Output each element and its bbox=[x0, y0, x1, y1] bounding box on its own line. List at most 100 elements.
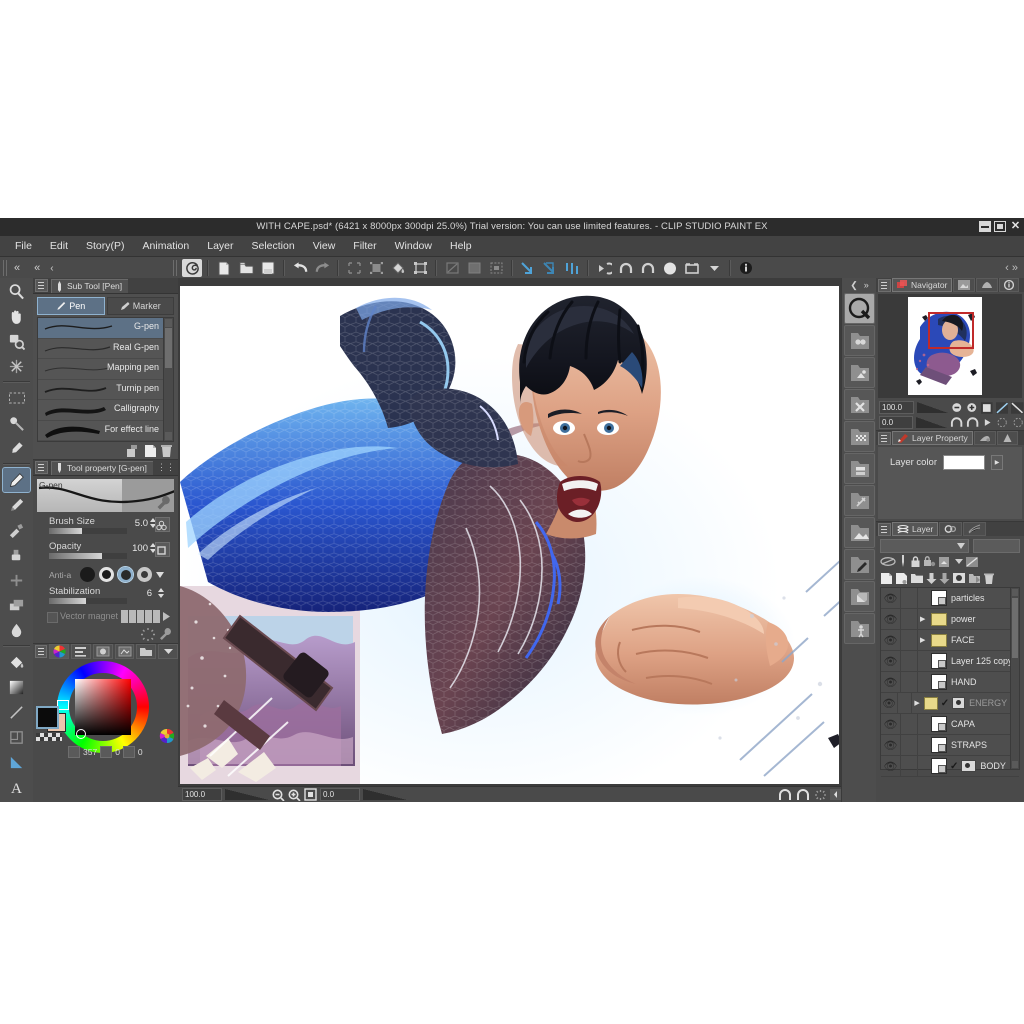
minimize-button[interactable] bbox=[979, 221, 991, 232]
clear-icon[interactable] bbox=[344, 259, 364, 277]
navigator-tab[interactable]: Navigator bbox=[892, 278, 952, 292]
canvas-rotation-slider[interactable] bbox=[363, 789, 407, 800]
rotate-reset-left-icon[interactable] bbox=[996, 417, 1008, 428]
blend-mode-select[interactable] bbox=[880, 539, 969, 553]
ruler-visible-icon[interactable] bbox=[898, 555, 908, 568]
rotate-cw-icon[interactable] bbox=[966, 417, 979, 428]
stabilization-stepper[interactable] bbox=[158, 588, 164, 598]
expand-arrow-icon[interactable]: ▶ bbox=[920, 636, 929, 644]
dropdown-arrow-icon[interactable] bbox=[704, 259, 724, 277]
canvas-zoom-slider[interactable] bbox=[225, 789, 269, 800]
toolbar-grip[interactable] bbox=[172, 260, 179, 276]
opacity-settings-button[interactable] bbox=[155, 542, 170, 557]
layer-property-tab[interactable]: Layer Property bbox=[892, 431, 973, 445]
vector-magnet-more-icon[interactable] bbox=[163, 612, 170, 621]
item-bank-tab[interactable] bbox=[976, 278, 998, 292]
color-wheel[interactable]: 357 0 0 bbox=[33, 659, 178, 759]
brush-item-real-gpen[interactable]: Real G-pen bbox=[38, 339, 173, 360]
rotate-left-icon[interactable] bbox=[778, 789, 793, 801]
zoom-out-icon[interactable] bbox=[272, 789, 285, 801]
material-person-icon[interactable] bbox=[844, 325, 875, 356]
mask-enable-icon[interactable] bbox=[938, 556, 953, 568]
stabilization-slider[interactable] bbox=[49, 598, 127, 604]
combine-down-icon[interactable] bbox=[939, 572, 950, 585]
color-wheel-icon[interactable] bbox=[159, 728, 175, 744]
rotate-ccw-icon[interactable] bbox=[950, 417, 963, 428]
blur-tool[interactable] bbox=[3, 618, 30, 642]
material-effect-icon[interactable] bbox=[844, 485, 875, 516]
transparent-swatch[interactable] bbox=[36, 733, 62, 741]
create-mask-icon[interactable] bbox=[952, 572, 966, 584]
close-button[interactable]: ✕ bbox=[1009, 221, 1022, 232]
approximate-color-tab[interactable] bbox=[136, 644, 156, 659]
expand-arrow-icon[interactable]: ▶ bbox=[914, 699, 922, 707]
clip-studio-logo-icon[interactable] bbox=[182, 259, 202, 277]
material-layout-icon[interactable] bbox=[844, 453, 875, 484]
palette-menu-icon[interactable] bbox=[878, 279, 891, 292]
color-wheel-tab[interactable] bbox=[49, 644, 69, 659]
scrollbar-thumb[interactable] bbox=[1012, 598, 1018, 658]
collapse-left-chevron-icon[interactable]: « bbox=[14, 262, 20, 274]
deselect-icon[interactable] bbox=[464, 259, 484, 277]
layer-row-capa[interactable]: 👁 CAPA bbox=[881, 714, 1019, 735]
pen-tool[interactable] bbox=[3, 468, 30, 492]
reset-icon[interactable] bbox=[814, 789, 827, 801]
collapse-left-chevron2-icon[interactable]: « bbox=[34, 262, 40, 274]
open-file-icon[interactable] bbox=[236, 259, 256, 277]
subtool-tab-marker[interactable]: Marker bbox=[107, 297, 175, 315]
folder-group-icon[interactable] bbox=[968, 572, 981, 584]
brush-size-value[interactable]: 5.0 bbox=[135, 518, 148, 529]
scroll-up-arrow-icon[interactable] bbox=[1012, 589, 1018, 596]
visibility-toggle-icon[interactable]: 👁 bbox=[881, 613, 900, 626]
layer-row-particles[interactable]: 👁 particles bbox=[881, 588, 1019, 609]
undo-icon[interactable] bbox=[290, 259, 310, 277]
brush-item-for-effect-line[interactable]: For effect line bbox=[38, 421, 173, 442]
material-bg-icon[interactable] bbox=[844, 517, 875, 548]
canvas-area[interactable]: 100.0 0.0 bbox=[178, 278, 841, 802]
scroll-down-arrow-icon[interactable] bbox=[1012, 761, 1018, 768]
fit-icon[interactable] bbox=[304, 788, 317, 801]
palette-menu-icon[interactable] bbox=[35, 645, 47, 658]
visibility-toggle-icon[interactable]: 👁 bbox=[881, 634, 900, 647]
maximize-button[interactable] bbox=[994, 221, 1006, 232]
rail-next-icon[interactable]: » bbox=[864, 280, 869, 290]
subtool-tab-pen[interactable]: Pen bbox=[37, 297, 105, 315]
brush-item-gpen[interactable]: G-pen bbox=[38, 318, 173, 339]
layer-row-energy-hand[interactable]: 👁 ▶ ✓ ENERGY HAN bbox=[881, 693, 1019, 714]
rotate-reset-right-icon[interactable] bbox=[1012, 417, 1024, 428]
navigator-zoom-in-icon[interactable] bbox=[966, 402, 978, 414]
vector-magnet-options[interactable] bbox=[121, 610, 160, 623]
transfer-down-icon[interactable] bbox=[926, 572, 937, 585]
new-folder-icon[interactable] bbox=[910, 572, 924, 584]
subview-tab[interactable] bbox=[953, 278, 975, 292]
timeline-tab[interactable] bbox=[963, 522, 986, 536]
menu-view[interactable]: View bbox=[304, 236, 345, 256]
menu-file[interactable]: File bbox=[6, 236, 41, 256]
visibility-toggle-icon[interactable]: 👁 bbox=[881, 676, 900, 689]
menu-animation[interactable]: Animation bbox=[134, 236, 199, 256]
layer-row-power[interactable]: 👁 ▶ power bbox=[881, 609, 1019, 630]
anti-aliasing-dropdown-icon[interactable] bbox=[156, 572, 164, 578]
lock-transparency-icon[interactable] bbox=[923, 555, 936, 568]
brush-size-slider[interactable] bbox=[49, 528, 127, 534]
color-swatches[interactable] bbox=[36, 706, 66, 741]
vector-magnet-checkbox[interactable] bbox=[47, 612, 58, 623]
rotate-left-icon[interactable] bbox=[616, 259, 636, 277]
scroll-up-arrow-icon[interactable] bbox=[165, 319, 172, 327]
select-all-icon[interactable] bbox=[442, 259, 462, 277]
scroll-down-arrow-icon[interactable] bbox=[165, 432, 172, 440]
cmdbar-right-chevron-icon[interactable]: ‹ » bbox=[1005, 262, 1018, 274]
move-layer-tool[interactable] bbox=[3, 354, 30, 378]
balloon-tool[interactable] bbox=[3, 800, 30, 802]
anti-aliasing-low[interactable] bbox=[99, 567, 114, 582]
anti-aliasing-none[interactable] bbox=[80, 567, 95, 582]
layer-list-scrollbar[interactable] bbox=[1010, 588, 1019, 769]
menu-layer[interactable]: Layer bbox=[198, 236, 242, 256]
eraser-tool[interactable] bbox=[3, 568, 30, 592]
material-pose-icon[interactable] bbox=[844, 613, 875, 644]
collapse-left-arrow-icon[interactable]: ‹ bbox=[50, 263, 53, 274]
menu-filter[interactable]: Filter bbox=[344, 236, 385, 256]
visibility-toggle-icon[interactable]: 👁 bbox=[881, 739, 900, 752]
navigator-angle-field[interactable]: 0.0 bbox=[879, 416, 913, 429]
decoration-tool[interactable] bbox=[3, 543, 30, 567]
